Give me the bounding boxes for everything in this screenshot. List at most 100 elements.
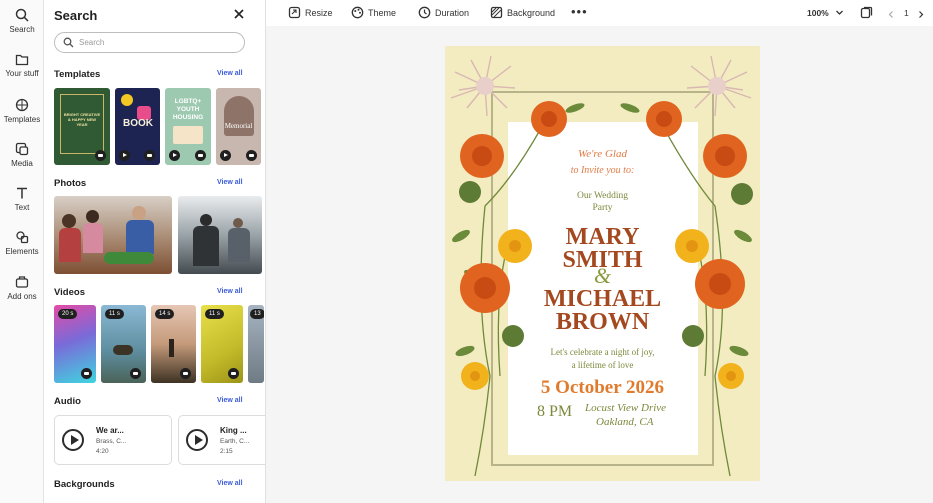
videos-view-all-link[interactable]: View all <box>217 288 243 295</box>
template-thumb-text: BOOK <box>123 118 153 129</box>
rail-item-your-stuff[interactable]: Your stuff <box>0 53 44 78</box>
rail-item-text[interactable]: Text <box>0 186 44 212</box>
rail-item-media[interactable]: Media <box>0 142 44 168</box>
template-thumb-text: LGBTQ+ YOUTH HOUSING <box>172 98 204 121</box>
audio-card[interactable]: King ... Earth, C... 2:15 <box>178 415 265 465</box>
photo-thumb[interactable] <box>54 196 172 274</box>
event-date: 5 October 2026 <box>540 377 665 398</box>
background-label: Background <box>507 8 556 18</box>
zoom-dropdown[interactable]: 100% <box>807 5 848 21</box>
video-duration: 20 s <box>58 309 78 319</box>
template-thumb[interactable]: Memorial <box>216 88 261 165</box>
play-icon[interactable] <box>186 429 208 451</box>
rail-label-elements: Elements <box>5 247 39 256</box>
event-line-2: Party <box>592 203 613 213</box>
play-icon <box>119 150 130 161</box>
more-options-button[interactable]: ••• <box>571 5 588 21</box>
videos-heading: Videos <box>54 287 85 298</box>
audio-title: We ar... <box>96 426 124 435</box>
invite-line-1: We're Glad <box>578 148 627 160</box>
media-icon <box>130 368 141 379</box>
play-icon <box>220 150 231 161</box>
invite-line-2: to Invite you to: <box>570 165 635 176</box>
resize-button[interactable]: Resize <box>288 5 333 21</box>
play-icon <box>169 150 180 161</box>
page-number: 1 <box>904 8 909 18</box>
media-icon <box>195 150 206 161</box>
audio-duration: 2:15 <box>220 448 233 455</box>
video-thumb[interactable]: 14 s <box>151 305 196 383</box>
rail-item-add-ons[interactable]: Add ons <box>0 275 44 301</box>
photo-thumb[interactable] <box>178 196 262 274</box>
theme-button[interactable]: Theme <box>351 5 396 21</box>
video-thumb[interactable]: 11 s <box>101 305 146 383</box>
video-thumb[interactable]: 11 s <box>201 305 243 383</box>
resize-label: Resize <box>305 8 333 18</box>
video-duration: 13 <box>250 309 264 319</box>
search-icon <box>63 37 74 48</box>
templates-view-all-link[interactable]: View all <box>217 70 243 77</box>
media-icon <box>95 150 106 161</box>
audio-duration: 4:20 <box>96 448 109 455</box>
search-input[interactable] <box>79 35 239 50</box>
video-duration: 11 s <box>105 309 124 319</box>
invitation-card[interactable]: We're Glad to Invite you to: Our Wedding… <box>445 46 760 481</box>
resize-icon <box>288 6 301 19</box>
pages-button[interactable] <box>860 5 877 21</box>
ampersand: & <box>593 263 612 288</box>
search-field[interactable] <box>54 32 245 53</box>
template-thumb[interactable]: BRIGHT CREATIVE & HAPPY NEW YEAR <box>54 88 110 165</box>
chevron-left-icon <box>888 11 893 18</box>
audio-card[interactable]: We ar... Brass, C... 4:20 <box>54 415 172 465</box>
rail-item-templates[interactable]: Templates <box>0 98 44 124</box>
rail-label-media: Media <box>11 159 33 168</box>
rail-label-your-stuff: Your stuff <box>5 69 39 78</box>
video-duration: 14 s <box>155 309 175 319</box>
event-line-1: Our Wedding <box>576 191 629 201</box>
media-icon <box>15 142 29 156</box>
next-page-button[interactable] <box>917 5 929 21</box>
rail-item-search[interactable]: Search <box>0 8 44 34</box>
templates-icon <box>15 98 29 112</box>
photos-view-all-link[interactable]: View all <box>217 179 243 186</box>
rail-label-add-ons: Add ons <box>7 292 37 301</box>
venue-line-1: Locust View Drive <box>585 402 667 414</box>
top-toolbar: Resize Theme Duration Background ••• 100… <box>266 0 933 26</box>
backgrounds-view-all-link[interactable]: View all <box>217 480 243 487</box>
background-button[interactable]: Background <box>490 5 555 21</box>
template-thumb[interactable]: BOOK <box>115 88 160 165</box>
close-icon[interactable] <box>232 7 246 21</box>
search-panel: Search Templates View all BRIGHT CREATIV… <box>44 0 266 503</box>
media-icon <box>144 150 155 161</box>
search-icon <box>15 8 29 22</box>
left-rail: Search Your stuff Templates Media Text E… <box>0 0 44 503</box>
audio-genre: Earth, C... <box>220 438 250 445</box>
video-duration: 11 s <box>205 309 224 319</box>
play-icon[interactable] <box>62 429 84 451</box>
video-thumb[interactable]: 20 s <box>54 305 96 383</box>
audio-view-all-link[interactable]: View all <box>217 397 243 404</box>
template-thumb[interactable]: LGBTQ+ YOUTH HOUSING <box>165 88 211 165</box>
panel-title: Search <box>54 8 98 23</box>
media-icon <box>246 150 257 161</box>
pages-icon <box>860 6 873 19</box>
theme-icon <box>351 6 364 19</box>
templates-heading: Templates <box>54 69 101 80</box>
template-thumb-text: Memorial <box>224 122 253 130</box>
name-1-first: MARY <box>565 224 640 250</box>
audio-heading: Audio <box>54 396 81 407</box>
media-icon <box>81 368 92 379</box>
prev-page-button[interactable] <box>887 5 899 21</box>
rail-item-elements[interactable]: Elements <box>0 230 44 256</box>
video-thumb[interactable]: 13 <box>248 305 264 383</box>
clock-icon <box>418 6 431 19</box>
canvas-area: We're Glad to Invite you to: Our Wedding… <box>266 26 933 503</box>
message-line-2: a lifetime of love <box>571 360 634 370</box>
backgrounds-heading: Backgrounds <box>54 479 115 490</box>
duration-button[interactable]: Duration <box>418 5 469 21</box>
name-2-last: BROWN <box>555 309 650 335</box>
theme-label: Theme <box>368 8 397 18</box>
elements-icon <box>16 231 29 244</box>
media-icon <box>180 368 191 379</box>
media-icon <box>228 368 239 379</box>
